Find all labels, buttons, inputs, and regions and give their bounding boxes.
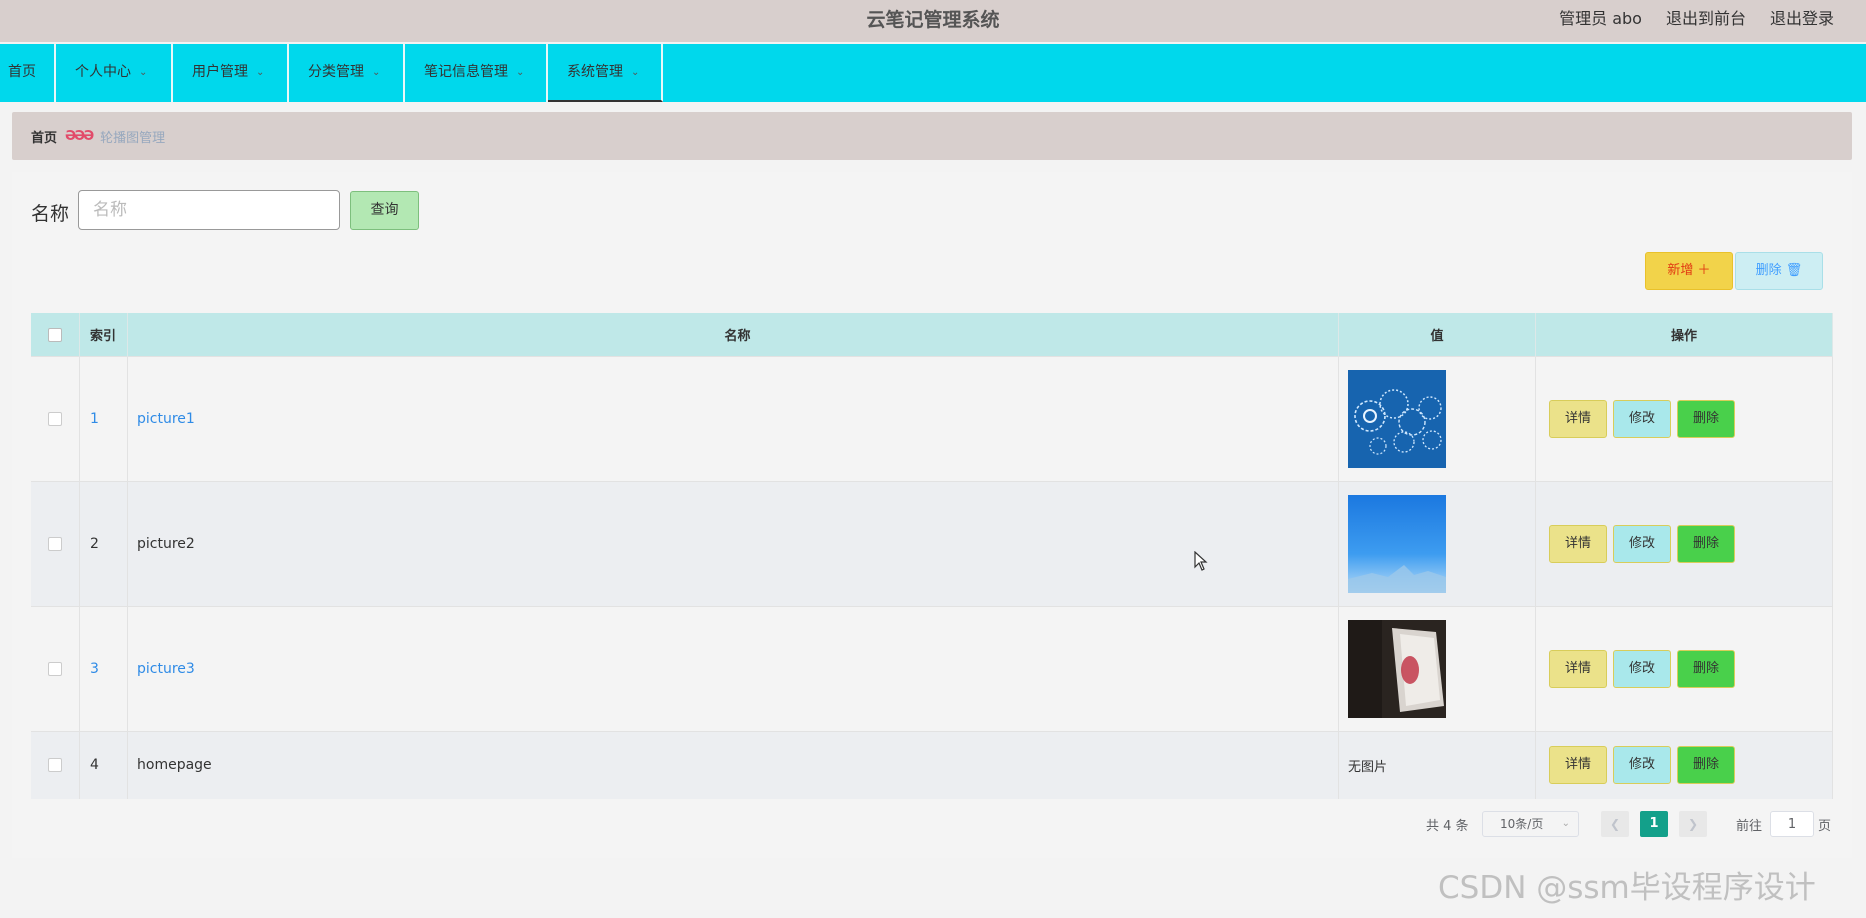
chevron-left-icon: ❮ — [1609, 817, 1621, 831]
photo-thumbnail-image — [1348, 620, 1446, 718]
chevron-down-icon: ⌄ — [1561, 818, 1570, 829]
column-header-name: 名称 — [127, 313, 1339, 357]
breadcrumb: 首页 ƏƏƏ 轮播图管理 — [12, 112, 1852, 160]
sky-thumbnail-image — [1348, 495, 1446, 593]
page-size-select[interactable]: 10条/页 ⌄ — [1482, 811, 1579, 837]
header-user-menu: 管理员 abo 退出到前台 退出登录 — [1559, 0, 1834, 38]
chevron-down-icon: ⌄ — [631, 67, 640, 78]
nav-item-label: 系统管理 — [567, 64, 623, 80]
chevron-down-icon: ⌄ — [372, 67, 381, 78]
search-input[interactable] — [78, 190, 340, 230]
column-header-actions: 操作 — [1535, 313, 1833, 357]
gears-thumbnail-image — [1348, 370, 1446, 468]
page-size-value: 10条/页 — [1500, 817, 1544, 831]
row-actions: 详情 修改 删除 — [1535, 606, 1833, 732]
watermark: CSDN @ssm毕设程序设计 — [1438, 870, 1816, 906]
row-checkbox[interactable] — [48, 412, 62, 426]
table-row: 2 picture2 详情 修改 删除 — [31, 481, 1833, 607]
row-name: picture1 — [127, 356, 1339, 482]
detail-button[interactable]: 详情 — [1549, 400, 1607, 438]
table-header-row: 索引 名称 值 操作 — [31, 313, 1833, 357]
chevron-right-icon: ❯ — [1687, 817, 1699, 831]
pagination: 共 4 条 10条/页 ⌄ ❮ 1 ❯ 前往 页 — [0, 811, 1866, 837]
detail-button[interactable]: 详情 — [1549, 746, 1607, 785]
table-row: 4 homepage 无图片 详情 修改 删除 — [31, 731, 1833, 799]
row-value-cell — [1338, 356, 1536, 482]
row-actions: 详情 修改 删除 — [1535, 481, 1833, 607]
select-all-cell — [31, 313, 80, 357]
nav-item-label: 笔记信息管理 — [424, 64, 508, 80]
chevron-down-icon: ⌄ — [139, 67, 148, 78]
row-value-cell — [1338, 606, 1536, 732]
table-row: 1 picture1 详情 修改 删除 — [31, 356, 1833, 482]
page-suffix-label: 页 — [1818, 819, 1832, 834]
row-name: picture3 — [127, 606, 1339, 732]
delete-button[interactable]: 删除 — [1677, 525, 1735, 563]
table-row: 3 picture3 详情 修改 删除 — [31, 606, 1833, 732]
detail-button[interactable]: 详情 — [1549, 525, 1607, 563]
pagination-total: 共 4 条 — [1426, 819, 1469, 834]
chevron-down-icon: ⌄ — [516, 67, 525, 78]
row-index: 1 — [79, 356, 128, 482]
breadcrumb-home[interactable]: 首页 — [31, 127, 57, 146]
delete-button[interactable]: 删除 — [1677, 746, 1735, 785]
nav-item-system-management[interactable]: 系统管理 ⌄ — [548, 44, 663, 102]
row-checkbox[interactable] — [48, 662, 62, 676]
goto-label: 前往 — [1736, 819, 1763, 834]
mouse-cursor-icon — [1194, 551, 1208, 571]
row-actions: 详情 修改 删除 — [1535, 731, 1833, 799]
row-checkbox[interactable] — [48, 537, 62, 551]
batch-delete-button[interactable]: 删除 🗑 — [1735, 252, 1823, 290]
nav-item-category-management[interactable]: 分类管理 ⌄ — [289, 44, 405, 102]
logout-link[interactable]: 退出登录 — [1770, 0, 1834, 38]
delete-button[interactable]: 删除 — [1677, 400, 1735, 438]
nav-item-label: 分类管理 — [308, 64, 364, 80]
delete-button[interactable]: 删除 — [1677, 650, 1735, 688]
search-label: 名称 — [31, 203, 70, 225]
next-page-button[interactable]: ❯ — [1679, 811, 1707, 837]
row-index: 2 — [79, 481, 128, 607]
breadcrumb-current: 轮播图管理 — [100, 130, 166, 146]
nav-item-label: 个人中心 — [75, 64, 131, 80]
nav-item-note-management[interactable]: 笔记信息管理 ⌄ — [405, 44, 548, 102]
edit-button[interactable]: 修改 — [1613, 650, 1671, 688]
row-actions: 详情 修改 删除 — [1535, 356, 1833, 482]
row-checkbox-cell — [31, 481, 80, 607]
nav-item-personal-center[interactable]: 个人中心 ⌄ — [56, 44, 173, 102]
column-header-index: 索引 — [79, 313, 128, 357]
back-to-front-link[interactable]: 退出到前台 — [1666, 0, 1746, 38]
nav-item-user-management[interactable]: 用户管理 ⌄ — [173, 44, 289, 102]
row-index: 4 — [79, 731, 128, 799]
main-nav: 首页 个人中心 ⌄ 用户管理 ⌄ 分类管理 ⌄ 笔记信息管理 ⌄ 系统管理 ⌄ — [0, 44, 1866, 102]
row-checkbox-cell — [31, 606, 80, 732]
select-all-checkbox[interactable] — [48, 327, 62, 342]
row-value-cell — [1338, 481, 1536, 607]
page-number-current[interactable]: 1 — [1640, 811, 1668, 837]
edit-button[interactable]: 修改 — [1613, 400, 1671, 438]
row-name: picture2 — [127, 481, 1339, 607]
row-index: 3 — [79, 606, 128, 732]
column-header-value: 值 — [1338, 313, 1536, 357]
edit-button[interactable]: 修改 — [1613, 525, 1671, 563]
row-checkbox-cell — [31, 356, 80, 482]
nav-item-label: 用户管理 — [192, 64, 248, 80]
detail-button[interactable]: 详情 — [1549, 650, 1607, 688]
breadcrumb-separator-icon: ƏƏƏ — [65, 128, 94, 144]
chevron-down-icon: ⌄ — [256, 67, 265, 78]
carousel-table: 索引 名称 值 操作 1 picture1 详情 修改 删除 2 picture… — [31, 313, 1833, 799]
row-name: homepage — [127, 731, 1339, 799]
nav-item-home[interactable]: 首页 — [0, 44, 56, 102]
goto-page-input[interactable] — [1770, 811, 1814, 837]
row-value: 无图片 — [1338, 731, 1536, 799]
query-button[interactable]: 查询 — [350, 191, 419, 230]
nav-item-label: 首页 — [8, 64, 36, 80]
top-header: 云笔记管理系统 管理员 abo 退出到前台 退出登录 — [0, 0, 1866, 42]
admin-user-label: 管理员 abo — [1559, 9, 1642, 28]
row-checkbox[interactable] — [48, 758, 62, 773]
edit-button[interactable]: 修改 — [1613, 746, 1671, 785]
add-button[interactable]: 新增 ＋ — [1645, 252, 1733, 290]
row-checkbox-cell — [31, 731, 80, 799]
prev-page-button[interactable]: ❮ — [1601, 811, 1629, 837]
